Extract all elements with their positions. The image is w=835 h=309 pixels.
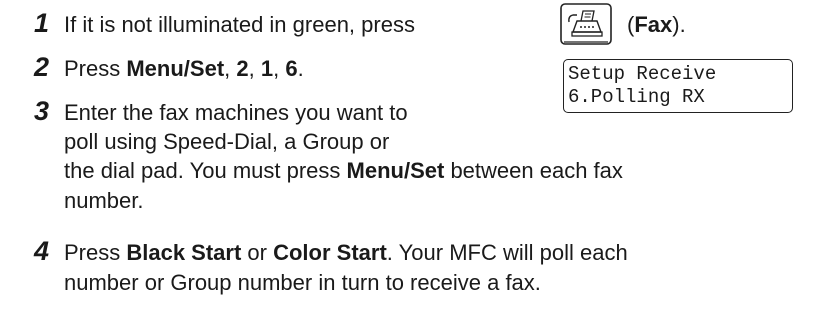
digit-6: 6: [285, 56, 298, 81]
digit-1: 1: [260, 56, 274, 81]
step-3-line-1: Enter the fax machines you want to: [64, 100, 408, 125]
color-start-key-label: Color Start: [273, 240, 387, 265]
step-1-text: If it is not illuminated in green, press: [64, 14, 415, 36]
step-1-fax-label: (Fax).: [627, 14, 686, 36]
step-3-line-3: the dial pad. You must press Menu/Set be…: [64, 160, 623, 182]
step-4-line-1: Press Black Start or Color Start. Your M…: [64, 242, 628, 264]
step-3-line-4: number.: [64, 188, 144, 213]
lcd-line-1: Setup Receive: [568, 63, 717, 85]
menu-set-key-label: Menu/Set: [126, 56, 225, 81]
step-number-1: 1: [34, 8, 50, 38]
fax-key-label: Fax: [634, 12, 673, 37]
step-3-post: between each fax: [444, 158, 623, 183]
step-4-prefix: Press: [64, 240, 127, 265]
separator: ,: [224, 56, 237, 81]
step-1-instruction: If it is not illuminated in green, press: [64, 12, 415, 37]
step-4-or: or: [241, 240, 274, 265]
menu-set-key-label: Menu/Set: [346, 158, 445, 183]
step-3-pre: the dial pad. You must press: [64, 158, 347, 183]
step-2-prefix: Press: [64, 56, 127, 81]
step-number-2: 2: [34, 52, 50, 82]
fax-key-icon: [560, 3, 612, 45]
lcd-display: Setup Receive 6.Polling RX: [563, 59, 793, 113]
step-4-post: . Your MFC will poll each: [386, 240, 628, 265]
step-number-3: 3: [34, 96, 50, 126]
period: .: [297, 56, 304, 81]
black-start-key-label: Black Start: [126, 240, 242, 265]
digit-2: 2: [236, 56, 249, 81]
step-number-4: 4: [34, 236, 50, 266]
lcd-line-2: 6.Polling RX: [568, 86, 705, 108]
step-2-text: Press Menu/Set, 2, 1, 6.: [64, 58, 304, 80]
separator: ,: [248, 56, 261, 81]
step-4-line-2: number or Group number in turn to receiv…: [64, 270, 541, 295]
close-paren: ).: [672, 12, 686, 37]
step-3-line-2: poll using Speed-Dial, a Group or: [64, 129, 390, 154]
separator: ,: [273, 56, 286, 81]
